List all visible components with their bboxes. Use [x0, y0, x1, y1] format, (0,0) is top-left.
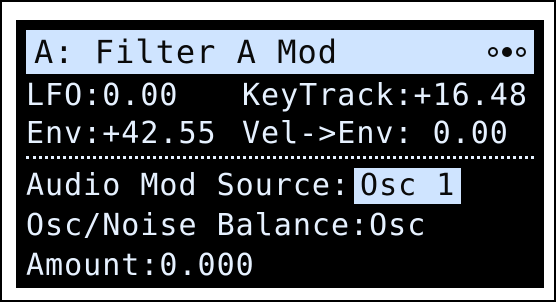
lcd-screen: A: Filter A Mod LFO:0.00 KeyTrack:+16.48… — [16, 20, 544, 288]
audio-mod-source-value[interactable]: Osc 1 — [354, 168, 462, 204]
audio-mod-source-row[interactable]: Audio Mod Source: Osc 1 — [26, 168, 462, 204]
page-title: A: Filter A Mod — [34, 33, 338, 71]
audio-mod-source-label: Audio Mod Source: — [26, 168, 351, 203]
display-frame: A: Filter A Mod LFO:0.00 KeyTrack:+16.48… — [0, 0, 556, 302]
vel-env-param[interactable]: Vel->Env: 0.00 — [242, 116, 509, 152]
divider — [26, 156, 534, 159]
page-dot-2-icon — [502, 47, 512, 57]
osc-noise-balance-param[interactable]: Osc/Noise Balance:Osc — [26, 208, 426, 244]
title-bar: A: Filter A Mod — [26, 30, 534, 74]
amount-param[interactable]: Amount:0.000 — [26, 248, 255, 284]
lfo-param[interactable]: LFO:0.00 — [26, 78, 179, 114]
keytrack-param[interactable]: KeyTrack:+16.48 — [242, 78, 528, 114]
page-dot-3-icon — [516, 47, 526, 57]
page-dot-1-icon — [488, 47, 498, 57]
page-indicator — [488, 44, 526, 60]
env-param[interactable]: Env:+42.55 — [26, 116, 217, 152]
